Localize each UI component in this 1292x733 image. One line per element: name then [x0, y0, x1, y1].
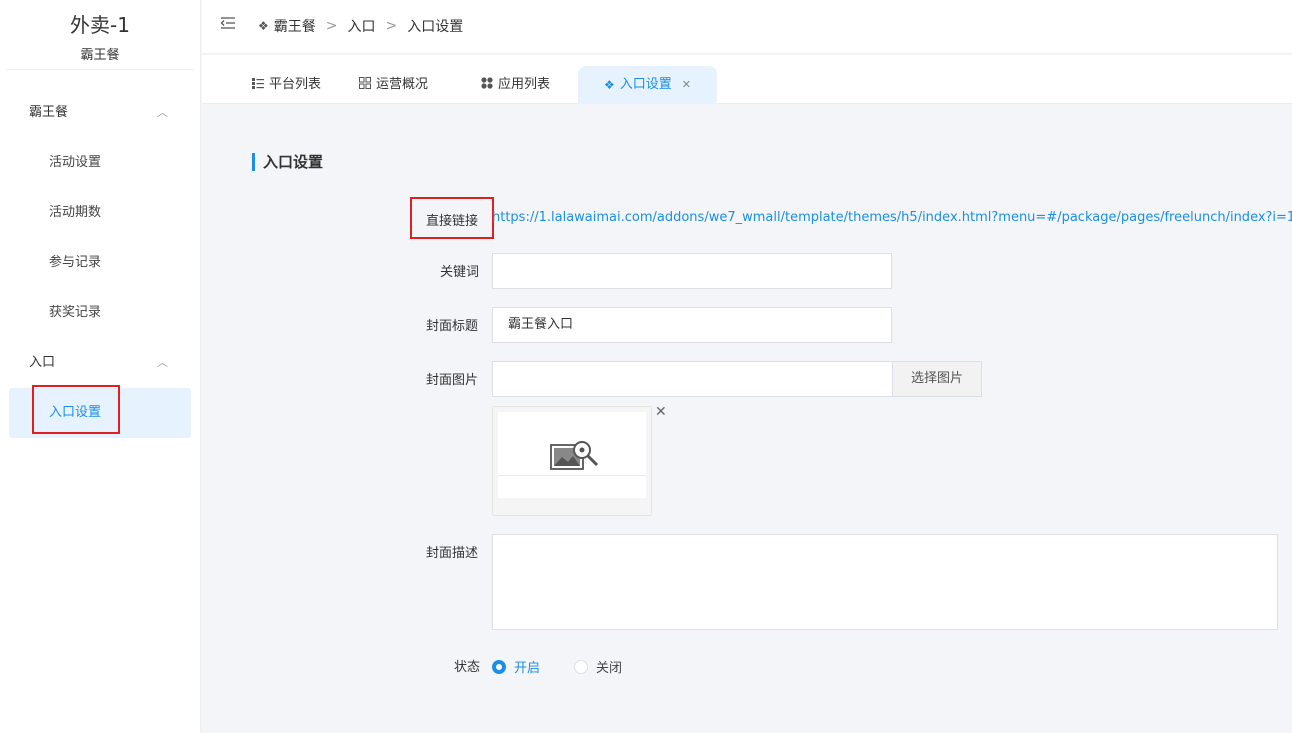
- tab-app-list[interactable]: 应用列表: [481, 66, 550, 104]
- highlight-box: [32, 385, 120, 434]
- breadcrumb-item[interactable]: 霸王餐: [274, 16, 316, 36]
- select-image-button[interactable]: 选择图片: [892, 361, 982, 397]
- cover-image-label: 封面图片: [426, 373, 479, 388]
- status-radio-off[interactable]: 关闭: [574, 657, 622, 676]
- cover-desc-textarea[interactable]: [492, 534, 1278, 630]
- breadcrumb-item[interactable]: 入口: [348, 16, 376, 36]
- sidebar-item-activity-settings[interactable]: 活动设置: [0, 138, 200, 188]
- breadcrumb-separator: >: [385, 18, 398, 34]
- tab-label: 应用列表: [498, 77, 551, 92]
- cover-title-label: 封面标题: [426, 319, 479, 334]
- radio-label: 关闭: [596, 661, 623, 676]
- sidebar-group-bawangcan[interactable]: 霸王餐 ︿: [0, 88, 200, 138]
- divider: [498, 475, 646, 476]
- radio-label: 开启: [514, 661, 541, 676]
- section-title: 入口设置: [252, 153, 323, 171]
- sidebar-item-prize-records[interactable]: 获奖记录: [0, 288, 200, 338]
- tab-entry-settings[interactable]: ❖ 入口设置 ✕: [578, 66, 717, 104]
- sidebar: 外卖-1 霸王餐 霸王餐 ︿ 活动设置 活动期数 参与记录 获奖记录 入口 ︿ …: [0, 0, 201, 733]
- sidebar-group-label: 霸王餐: [29, 105, 69, 120]
- cover-image-input[interactable]: [492, 361, 893, 397]
- remove-image-close-icon[interactable]: ✕: [655, 404, 667, 420]
- status-label: 状态: [454, 660, 481, 675]
- breadcrumb-separator: >: [325, 18, 338, 34]
- cover-desc-label: 封面描述: [426, 546, 479, 561]
- tab-label: 平台列表: [269, 77, 322, 92]
- direct-link-value[interactable]: https://1.lalawaimai.com/addons/we7_wmal…: [492, 210, 1292, 225]
- app-subtitle: 霸王餐: [6, 44, 194, 70]
- cover-title-input[interactable]: 霸王餐入口: [492, 307, 892, 343]
- tab-platform-list[interactable]: 平台列表: [252, 66, 321, 104]
- radio-checked-icon: [492, 659, 506, 674]
- tab-bar: 平台列表 运营概况 应用列表 ❖ 入口设置 ✕: [202, 55, 1292, 104]
- keyword-input[interactable]: [492, 253, 892, 289]
- sidebar-item-activity-periods[interactable]: 活动期数: [0, 188, 200, 238]
- close-icon[interactable]: ✕: [682, 66, 691, 104]
- image-search-icon: [550, 441, 599, 470]
- keyword-label: 关键词: [440, 265, 480, 280]
- tab-operations-overview[interactable]: 运营概况: [359, 66, 428, 104]
- gear-icon: ❖: [258, 19, 269, 33]
- image-placeholder: [498, 412, 646, 498]
- breadcrumb-item: 入口设置: [407, 19, 464, 35]
- grid-icon: [359, 66, 371, 104]
- image-preview: [492, 406, 652, 516]
- chevron-up-icon: ︿: [157, 106, 168, 119]
- gear-icon: ❖: [604, 78, 615, 92]
- menu-fold-icon[interactable]: [220, 17, 235, 33]
- highlight-box: [410, 197, 494, 239]
- breadcrumb: ❖ 霸王餐 > 入口 > 入口设置: [258, 16, 463, 36]
- sidebar-item-entry-settings[interactable]: 入口设置: [9, 385, 191, 438]
- sidebar-item-participation-records[interactable]: 参与记录: [0, 238, 200, 288]
- radio-unchecked-icon: [574, 659, 588, 674]
- tab-label: 入口设置: [619, 77, 672, 92]
- sidebar-group-label: 入口: [29, 355, 56, 370]
- sidebar-group-entry[interactable]: 入口 ︿: [0, 338, 200, 388]
- apps-icon: [481, 66, 493, 104]
- chevron-up-icon: ︿: [157, 356, 168, 369]
- list-icon: [252, 66, 264, 104]
- status-radio-on[interactable]: 开启: [492, 657, 540, 676]
- top-header: ❖ 霸王餐 > 入口 > 入口设置: [202, 0, 1292, 54]
- app-title: 外卖-1: [70, 13, 130, 37]
- content-panel: 入口设置 直接链接 https://1.lalawaimai.com/addon…: [221, 124, 1292, 733]
- tab-label: 运营概况: [376, 77, 429, 92]
